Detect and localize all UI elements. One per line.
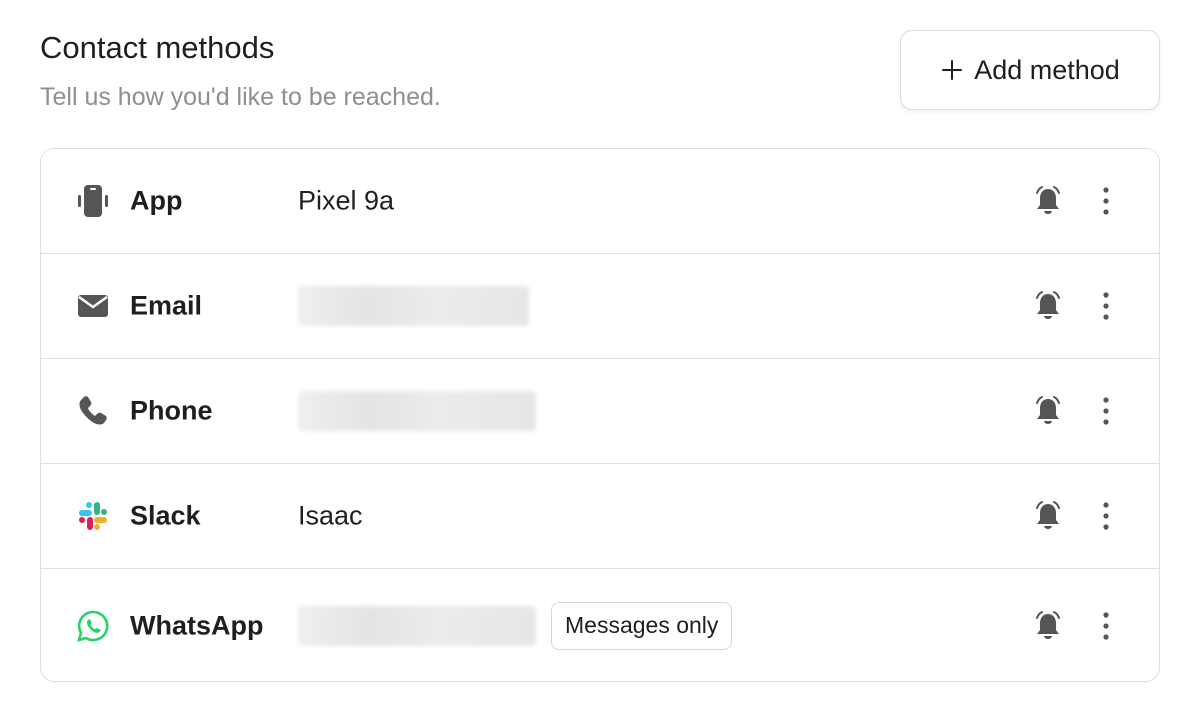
alarm-bell-icon[interactable] (1031, 609, 1065, 643)
kebab-menu-icon (1103, 397, 1109, 425)
method-type-label: Phone (130, 395, 213, 426)
whatsapp-logo-icon (75, 608, 111, 644)
add-method-label: Add method (974, 54, 1120, 85)
kebab-menu-icon (1103, 502, 1109, 530)
kebab-menu-icon (1103, 187, 1109, 215)
phone-handset-icon (75, 393, 111, 429)
contact-method-row-app: App Pixel 9a (41, 149, 1159, 254)
section-header: Contact methods Tell us how you'd like t… (40, 30, 1160, 111)
redacted-value (298, 605, 536, 646)
alarm-bell-icon[interactable] (1031, 184, 1065, 218)
more-options-button[interactable] (1096, 499, 1116, 533)
method-type-label: Slack (130, 500, 201, 531)
plus-icon (942, 60, 963, 80)
method-value: Isaac (298, 500, 363, 531)
more-options-button[interactable] (1096, 289, 1116, 323)
envelope-icon (75, 288, 111, 324)
phone-device-icon (75, 183, 111, 219)
contact-method-row-email: Email (41, 254, 1159, 359)
more-options-button[interactable] (1096, 184, 1116, 218)
method-type-label: WhatsApp (130, 610, 264, 640)
alarm-bell-icon[interactable] (1031, 394, 1065, 428)
section-title: Contact methods (40, 30, 275, 65)
contact-method-row-phone: Phone (41, 359, 1159, 464)
redacted-value (298, 286, 529, 326)
more-options-button[interactable] (1096, 394, 1116, 428)
add-method-button[interactable]: Add method (900, 30, 1160, 110)
more-options-button[interactable] (1096, 609, 1116, 643)
alarm-bell-icon[interactable] (1031, 499, 1065, 533)
kebab-menu-icon (1103, 292, 1109, 320)
method-type-label: App (130, 185, 183, 216)
messages-only-badge: Messages only (551, 601, 733, 650)
section-subtitle: Tell us how you'd like to be reached. (40, 83, 441, 111)
contact-method-row-slack: Slack Isaac (41, 464, 1159, 569)
kebab-menu-icon (1103, 611, 1109, 640)
contact-method-row-whatsapp: WhatsApp Messages only (41, 569, 1159, 681)
slack-logo-icon (75, 498, 111, 534)
method-type-label: Email (130, 290, 203, 321)
method-value: Pixel 9a (298, 185, 395, 216)
alarm-bell-icon[interactable] (1031, 289, 1065, 323)
redacted-value (298, 391, 536, 431)
contact-methods-list: App Pixel 9a Email Phone Slack Isaac Wha… (40, 148, 1160, 682)
